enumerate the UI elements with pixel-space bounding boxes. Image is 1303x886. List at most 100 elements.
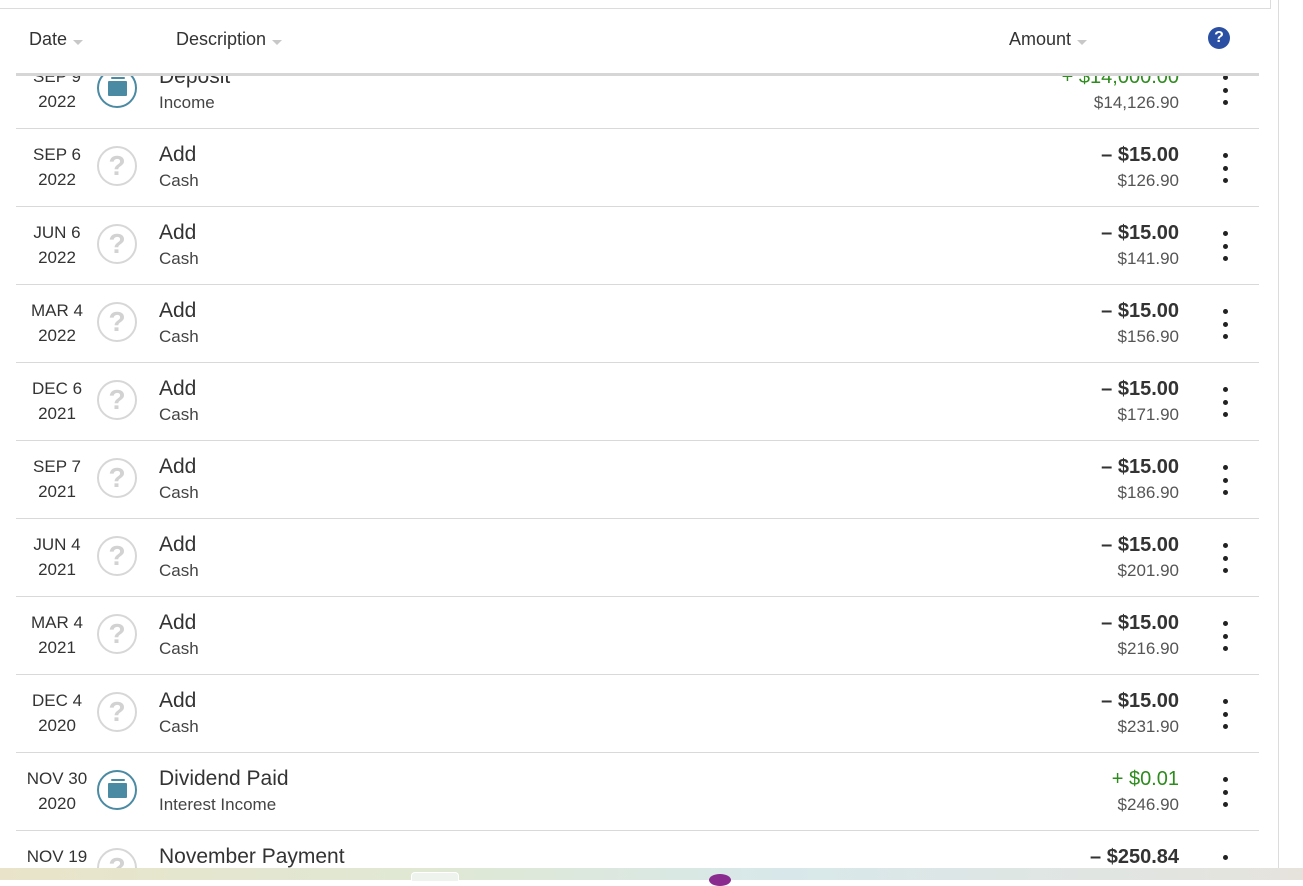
transaction-category[interactable]: Income — [159, 90, 230, 115]
transaction-amount-value: + $0.01 — [1111, 768, 1179, 790]
transaction-year: 2022 — [38, 326, 76, 345]
transaction-month-day: JUN 4 — [33, 535, 81, 554]
more-options-icon[interactable] — [1216, 231, 1234, 261]
running-balance: $141.90 — [1117, 249, 1179, 268]
transaction-description: Deposit Income — [159, 76, 230, 115]
transaction-name: Add — [159, 689, 197, 712]
running-balance: $14,126.90 — [1093, 93, 1179, 112]
more-options-icon[interactable] — [1216, 465, 1234, 495]
transaction-description: Dividend Paid Interest Income — [159, 766, 289, 817]
question-icon[interactable]: ? — [97, 380, 137, 420]
transaction-date: NOV 19 — [16, 844, 98, 868]
transaction-month-day: MAR 4 — [31, 301, 83, 320]
date-column-header[interactable]: Date — [29, 29, 84, 50]
amount-header-label: Amount — [1009, 29, 1072, 49]
transaction-row[interactable]: JUN 6 2022 ? Add Cash – $15.00 $141.90 — [16, 207, 1259, 285]
transaction-date: DEC 6 2021 — [16, 376, 98, 426]
question-icon[interactable]: ? — [97, 224, 137, 264]
running-balance: $201.90 — [1117, 561, 1179, 580]
transaction-amount: – $250.84 — [1090, 844, 1179, 868]
transactions-panel: Date Description Amount ? SEP 9 2022 Dep… — [0, 0, 1279, 868]
more-options-icon[interactable] — [1216, 777, 1234, 807]
running-balance: $231.90 — [1117, 717, 1179, 736]
question-icon[interactable]: ? — [97, 302, 137, 342]
transaction-name: Add — [159, 221, 197, 244]
transaction-amount: – $15.00 $201.90 — [1101, 532, 1179, 583]
transaction-list[interactable]: SEP 9 2022 Deposit Income + $14,000.00 $… — [16, 76, 1259, 868]
transaction-category[interactable]: Cash — [159, 558, 199, 583]
transaction-year: 2021 — [38, 638, 76, 657]
transaction-row[interactable]: NOV 30 2020 Dividend Paid Interest Incom… — [16, 753, 1259, 831]
more-options-icon[interactable] — [1216, 543, 1234, 573]
money-icon[interactable] — [97, 76, 137, 108]
transaction-description: Add Cash — [159, 142, 199, 193]
transaction-amount: + $0.01 $246.90 — [1112, 766, 1179, 817]
transaction-category[interactable]: Cash — [159, 480, 199, 505]
question-icon[interactable]: ? — [97, 146, 137, 186]
transaction-year: 2022 — [38, 92, 76, 111]
money-icon[interactable] — [97, 770, 137, 810]
more-options-icon[interactable] — [1216, 153, 1234, 183]
transaction-date: NOV 30 2020 — [16, 766, 98, 816]
transaction-name: Add — [159, 377, 197, 400]
transaction-description: Add Cash — [159, 298, 199, 349]
transaction-month-day: NOV 19 — [26, 847, 88, 866]
transaction-row[interactable]: DEC 6 2021 ? Add Cash – $15.00 $171.90 — [16, 363, 1259, 441]
transaction-category[interactable]: Cash — [159, 246, 199, 271]
transaction-row[interactable]: MAR 4 2022 ? Add Cash – $15.00 $156.90 — [16, 285, 1259, 363]
question-icon[interactable]: ? — [97, 536, 137, 576]
transaction-amount: – $15.00 $186.90 — [1101, 454, 1179, 505]
transaction-category[interactable]: Cash — [159, 636, 199, 661]
more-options-icon[interactable] — [1216, 387, 1234, 417]
more-options-icon[interactable] — [1216, 309, 1234, 339]
running-balance: $156.90 — [1117, 327, 1179, 346]
transaction-row[interactable]: DEC 4 2020 ? Add Cash – $15.00 $231.90 — [16, 675, 1259, 753]
transaction-name: Add — [159, 455, 197, 478]
sort-caret-icon — [272, 40, 283, 45]
transaction-year: 2021 — [38, 482, 76, 501]
more-options-icon[interactable] — [1216, 76, 1234, 105]
transaction-row[interactable]: MAR 4 2021 ? Add Cash – $15.00 $216.90 — [16, 597, 1259, 675]
amount-column-header[interactable]: Amount — [1009, 29, 1088, 50]
transaction-category[interactable]: Cash — [159, 714, 199, 739]
transaction-year: 2022 — [38, 248, 76, 267]
transaction-row[interactable]: SEP 7 2021 ? Add Cash – $15.00 $186.90 — [16, 441, 1259, 519]
transaction-category[interactable]: Cash — [159, 168, 199, 193]
transaction-date: DEC 4 2020 — [16, 688, 98, 738]
transaction-name: Add — [159, 143, 197, 166]
transaction-description: Add Cash — [159, 376, 199, 427]
taskbar-app-icon[interactable] — [709, 874, 731, 886]
question-icon[interactable]: ? — [97, 614, 137, 654]
more-options-icon[interactable] — [1216, 699, 1234, 729]
transaction-amount-value: – $250.84 — [1090, 846, 1179, 868]
transaction-row[interactable]: NOV 19 ? November Payment – $250.84 — [16, 831, 1259, 868]
transaction-amount-value: – $15.00 — [1101, 456, 1179, 478]
transaction-amount-value: – $15.00 — [1101, 690, 1179, 712]
transaction-amount-value: + $14,000.00 — [1061, 76, 1179, 88]
transaction-name: Add — [159, 299, 197, 322]
transaction-amount-value: – $15.00 — [1101, 222, 1179, 244]
description-header-label: Description — [176, 29, 267, 49]
transaction-month-day: SEP 7 — [33, 457, 81, 476]
transaction-category[interactable]: Cash — [159, 402, 199, 427]
transaction-row[interactable]: JUN 4 2021 ? Add Cash – $15.00 $201.90 — [16, 519, 1259, 597]
transaction-category[interactable]: Cash — [159, 324, 199, 349]
panel-top-border — [0, 0, 1271, 9]
transaction-month-day: SEP 6 — [33, 145, 81, 164]
running-balance: $171.90 — [1117, 405, 1179, 424]
question-icon[interactable]: ? — [97, 848, 137, 868]
sort-caret-icon — [1077, 40, 1088, 45]
transaction-row[interactable]: SEP 6 2022 ? Add Cash – $15.00 $126.90 — [16, 129, 1259, 207]
transaction-category[interactable]: Interest Income — [159, 792, 289, 817]
transaction-row[interactable]: SEP 9 2022 Deposit Income + $14,000.00 $… — [16, 76, 1259, 129]
more-options-icon[interactable] — [1216, 855, 1234, 868]
description-column-header[interactable]: Description — [176, 29, 283, 50]
question-icon[interactable]: ? — [97, 458, 137, 498]
running-balance: $216.90 — [1117, 639, 1179, 658]
question-icon[interactable]: ? — [97, 692, 137, 732]
transaction-description: Add Cash — [159, 220, 199, 271]
transaction-year: 2020 — [38, 716, 76, 735]
help-icon[interactable]: ? — [1208, 27, 1230, 49]
transaction-description: Add Cash — [159, 610, 199, 661]
more-options-icon[interactable] — [1216, 621, 1234, 651]
